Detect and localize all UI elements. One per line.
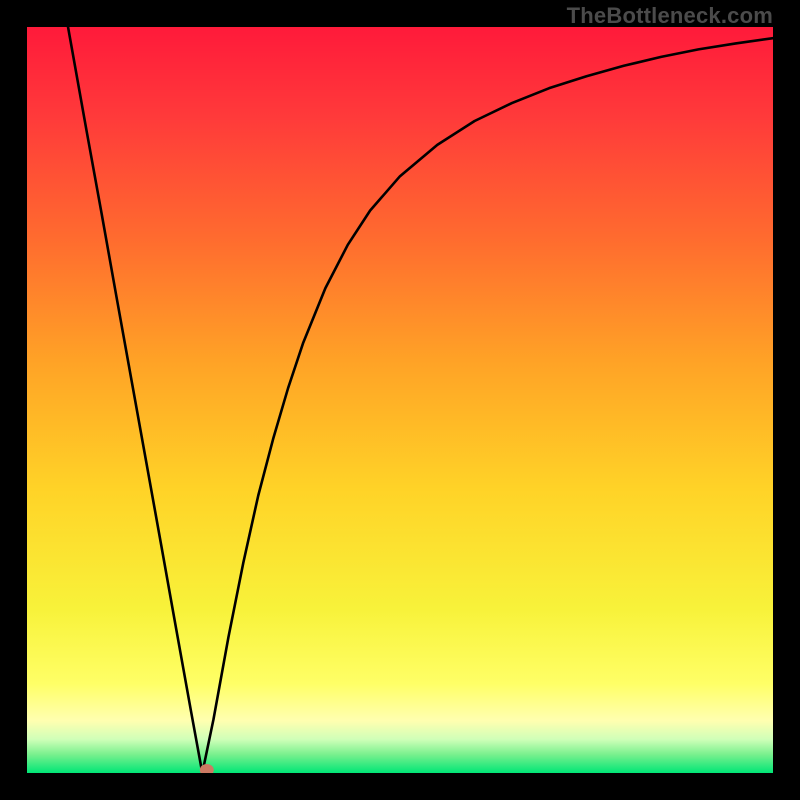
watermark-text: TheBottleneck.com [567, 3, 773, 29]
plot-frame [27, 27, 773, 773]
gradient-bg [27, 27, 773, 773]
chart-canvas [27, 27, 773, 773]
